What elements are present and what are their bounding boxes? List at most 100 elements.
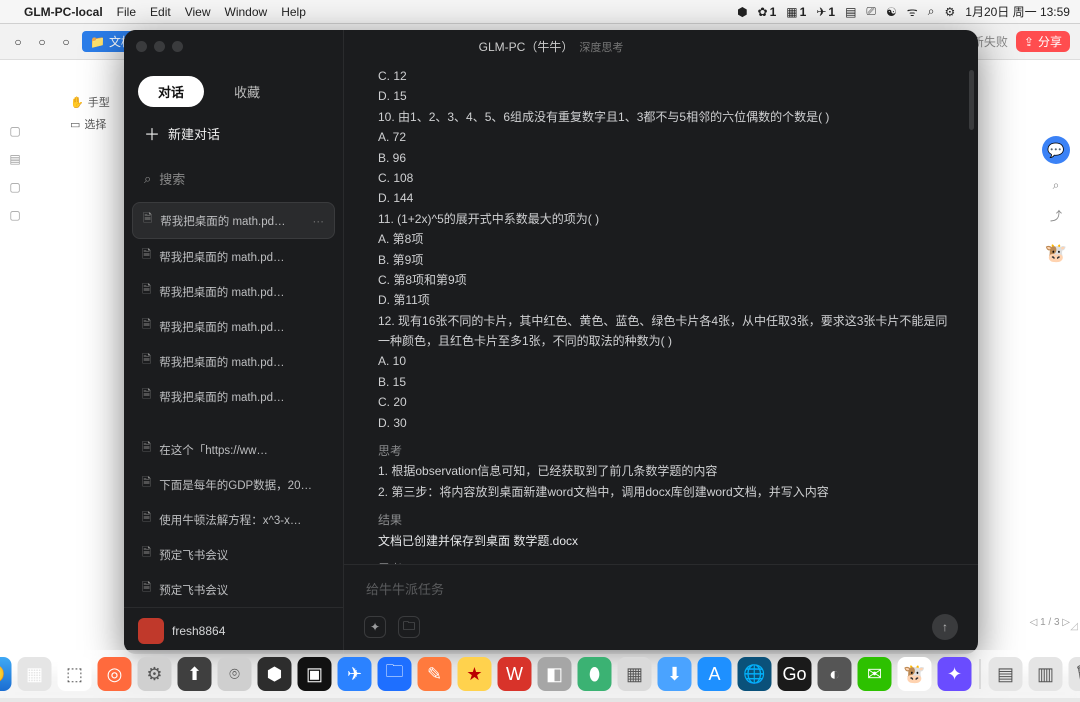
status-icon[interactable]: ✈ 1 [816, 5, 835, 19]
dock-app-icon[interactable]: 🌐 [738, 657, 772, 691]
status-icon[interactable]: ☯ [886, 5, 897, 19]
content-line: A. 72 [378, 127, 954, 147]
attach-folder-icon[interactable]: 🗀 [398, 616, 420, 638]
menubar-item[interactable]: Help [281, 5, 306, 19]
dock-app-icon[interactable]: ◐ [818, 657, 852, 691]
dock-terminal-icon[interactable]: ▣ [298, 657, 332, 691]
dock-separator [980, 659, 981, 689]
dock-app-icon[interactable]: ⬚ [58, 657, 92, 691]
menubar-item[interactable]: View [185, 5, 211, 19]
composer-placeholder[interactable]: 给牛牛派任务 [364, 575, 958, 614]
content-line: 11. (1+2x)^5的展开式中系数最大的项为( ) [378, 209, 954, 229]
window-min-icon[interactable]: ○ [34, 34, 50, 50]
status-icon[interactable]: ▤ [845, 5, 856, 19]
window-close-icon[interactable]: ○ [10, 34, 26, 50]
history-item[interactable]: 🗎下面是每年的GDP数据，20… [132, 467, 335, 502]
content-line: C. 12 [378, 66, 954, 86]
rail-icon[interactable]: ▢ [9, 208, 20, 222]
status-icon[interactable]: ⬢ [737, 5, 747, 19]
tool-icon[interactable]: ⤴ [1050, 207, 1062, 224]
think-line: 2. 第三步：将内容放到桌面新建word文档中，调用docx库创建word文档，… [378, 482, 954, 502]
history-item[interactable]: 🗎帮我把桌面的 math.pd…⋯ [132, 202, 335, 239]
doc-icon: 🗎 [142, 387, 151, 406]
dock-app-icon[interactable]: ▤ [989, 657, 1023, 691]
content-line: C. 第8项和第9项 [378, 270, 954, 290]
user-row[interactable]: fresh8864 [124, 607, 343, 654]
search-icon: ⌕ [144, 171, 151, 187]
rail-icon[interactable]: ▢ [9, 180, 20, 194]
history-item[interactable]: 🗎使用牛顿法解方程：x^3-x… [132, 502, 335, 537]
dock-wps-icon[interactable]: W [498, 657, 532, 691]
dock-finder-icon[interactable]: 🙂 [0, 657, 12, 691]
dock-appstore-icon[interactable]: A [698, 657, 732, 691]
cow-assistant-icon[interactable]: 🐮 [1041, 238, 1071, 268]
dock-app-icon[interactable]: ⬮ [578, 657, 612, 691]
dock-app-icon[interactable]: ▥ [1029, 657, 1063, 691]
menubar-clock[interactable]: 1月20日 周一 13:59 [965, 3, 1070, 20]
avatar [138, 618, 164, 644]
attach-image-icon[interactable]: ✦ [364, 616, 386, 638]
dock-app-icon[interactable]: ⬆ [178, 657, 212, 691]
dock-cow-icon[interactable]: 🐮 [898, 657, 932, 691]
content-line: A. 第8项 [378, 229, 954, 249]
history-item[interactable]: 🗎预定飞书会议 [132, 537, 335, 572]
dock-app-icon[interactable]: ▦ [618, 657, 652, 691]
more-icon[interactable]: ⋯ [313, 214, 325, 228]
history-item[interactable]: 🗎预定飞书会议 [132, 572, 335, 607]
select-tool[interactable]: ▭ 选择 [70, 116, 110, 132]
dock-app-icon[interactable]: ★ [458, 657, 492, 691]
dock-app-icon[interactable]: ◎ [98, 657, 132, 691]
tab-chat[interactable]: 对话 [138, 76, 204, 107]
dock-app-icon[interactable]: ✈ [338, 657, 372, 691]
doc-icon: 🗎 [142, 545, 151, 564]
history-item[interactable]: 🗎帮我把桌面的 math.pd… [132, 239, 335, 274]
history-item[interactable]: 🗎帮我把桌面的 math.pd… [132, 344, 335, 379]
comment-bubble-icon[interactable]: 💬 [1042, 136, 1070, 164]
hand-tool[interactable]: ✋ 手型 [70, 94, 110, 110]
scrollbar[interactable] [969, 70, 974, 130]
status-icon[interactable]: ⎚ [866, 4, 876, 19]
send-button[interactable]: ↑ [932, 614, 958, 640]
wifi-icon[interactable]: ᯤ [907, 3, 918, 20]
control-center-icon[interactable]: ⚙ [945, 5, 956, 19]
history-item[interactable]: 🗎帮我把桌面的 math.pd… [132, 379, 335, 414]
doc-icon: 🗎 [142, 352, 151, 371]
sidebar-search[interactable]: ⌕ 搜索 [124, 159, 343, 198]
new-chat-button[interactable]: ＋ 新建对话 [124, 107, 343, 159]
traffic-lights[interactable] [136, 41, 183, 52]
history-item[interactable]: 🗎帮我把桌面的 math.pd… [132, 274, 335, 309]
status-icon[interactable]: ✿ 1 [758, 5, 777, 19]
history-item[interactable]: 🗎帮我把桌面的 math.pd… [132, 309, 335, 344]
window-max-icon[interactable]: ○ [58, 34, 74, 50]
dock-app-icon[interactable]: ◧ [538, 657, 572, 691]
menubar-item[interactable]: Window [225, 5, 268, 19]
doc-icon: 🗎 [142, 247, 151, 266]
tab-favorite[interactable]: 收藏 [214, 76, 280, 107]
dock-app-icon[interactable]: ⬇ [658, 657, 692, 691]
rail-icon[interactable]: ▢ [9, 124, 20, 138]
app-sidebar: 对话 收藏 ＋ 新建对话 ⌕ 搜索 🗎帮我把桌面的 math.pd…⋯ 🗎帮我把… [124, 30, 344, 654]
dock-settings-icon[interactable]: ⚙ [138, 657, 172, 691]
dock-app-icon[interactable]: ⌾ [218, 657, 252, 691]
dock-app-icon[interactable]: ✦ [938, 657, 972, 691]
dock-wechat-icon[interactable]: ✉ [858, 657, 892, 691]
menubar-item[interactable]: File [117, 5, 136, 19]
search-icon[interactable]: ⌕ [1053, 178, 1060, 193]
menubar-app-name[interactable]: GLM-PC-local [24, 5, 103, 19]
dock-app-icon[interactable]: Go [778, 657, 812, 691]
dock-app-icon[interactable]: ✎ [418, 657, 452, 691]
page-indicator[interactable]: ◁ 1 / 3 ▷ [1030, 617, 1070, 628]
dock-app-icon[interactable]: 🗀 [378, 657, 412, 691]
dock-trash-icon[interactable]: 🗑 [1069, 657, 1080, 691]
spotlight-icon[interactable]: ⌕ [928, 4, 935, 19]
menubar-item[interactable]: Edit [150, 5, 171, 19]
history-item[interactable]: 🗎在这个「https://ww… [132, 432, 335, 467]
resize-handle-icon[interactable]: ◿ [1070, 621, 1078, 632]
status-icon[interactable]: ▦ 1 [786, 5, 806, 19]
dock-launchpad-icon[interactable]: ▦ [18, 657, 52, 691]
rail-icon[interactable]: ▤ [9, 152, 20, 166]
share-button[interactable]: ⇪ 分享 [1016, 31, 1070, 52]
bg-right-rail: 💬 ⌕ ⤴ 🐮 [1040, 136, 1072, 268]
dock-app-icon[interactable]: ⬢ [258, 657, 292, 691]
search-placeholder: 搜索 [159, 169, 185, 188]
